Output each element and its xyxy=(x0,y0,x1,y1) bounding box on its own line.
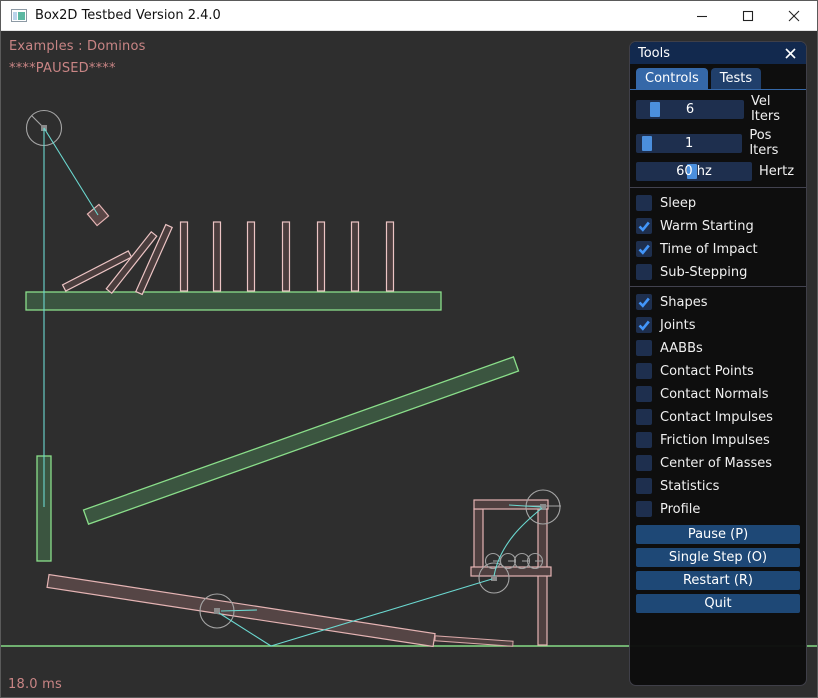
hertz-label: Hertz xyxy=(759,164,794,179)
anchor-squares xyxy=(41,125,546,614)
checkbox-statistics[interactable]: Statistics xyxy=(636,478,800,494)
checkbox-warm-starting[interactable]: Warm Starting xyxy=(636,218,800,234)
checkbox-joints[interactable]: Joints xyxy=(636,317,800,333)
pos-iters-slider[interactable]: 1 xyxy=(636,134,742,153)
checkbox-label: Sleep xyxy=(660,196,696,211)
tab-controls-label: Controls xyxy=(645,71,699,86)
close-icon xyxy=(788,10,800,22)
checkbox-box[interactable] xyxy=(636,218,652,234)
minimize-icon xyxy=(696,10,708,22)
pos-iters-label: Pos Iters xyxy=(749,128,800,158)
hertz-value: 60 hz xyxy=(636,162,752,181)
checkbox-label: Warm Starting xyxy=(660,219,754,234)
check-icon xyxy=(636,241,652,257)
maximize-button[interactable] xyxy=(725,1,771,30)
checkbox-box[interactable] xyxy=(636,478,652,494)
close-button[interactable] xyxy=(771,1,817,30)
checkbox-box[interactable] xyxy=(636,501,652,517)
checkbox-shapes[interactable]: Shapes xyxy=(636,294,800,310)
vel-iters-label: Vel Iters xyxy=(751,94,800,124)
checkbox-box[interactable] xyxy=(636,363,652,379)
checkbox-label: Statistics xyxy=(660,479,719,494)
checkbox-label: Center of Masses xyxy=(660,456,772,471)
checkbox-box[interactable] xyxy=(636,386,652,402)
checkbox-aabbs[interactable]: AABBs xyxy=(636,340,800,356)
example-label: Examples : Dominos xyxy=(9,39,146,54)
checkbox-box[interactable] xyxy=(636,294,652,310)
checkbox-box[interactable] xyxy=(636,340,652,356)
minimize-button[interactable] xyxy=(679,1,725,30)
checkbox-box[interactable] xyxy=(636,195,652,211)
checkbox-label: Friction Impulses xyxy=(660,433,770,448)
checkbox-friction-impulses[interactable]: Friction Impulses xyxy=(636,432,800,448)
app-window: Box2D Testbed Version 2.4.0 xyxy=(0,0,818,698)
checkbox-sub-stepping[interactable]: Sub-Stepping xyxy=(636,264,800,280)
pos-iters-row: 1 Pos Iters xyxy=(636,128,800,158)
checkbox-box[interactable] xyxy=(636,317,652,333)
app-icon xyxy=(11,9,27,22)
checkbox-label: Contact Normals xyxy=(660,387,769,402)
checkbox-contact-points[interactable]: Contact Points xyxy=(636,363,800,379)
checkbox-box[interactable] xyxy=(636,264,652,280)
checkbox-profile[interactable]: Profile xyxy=(636,501,800,517)
checkbox-box[interactable] xyxy=(636,455,652,471)
hertz-row: 60 hz Hertz xyxy=(636,162,800,181)
bridge-strip xyxy=(435,636,513,646)
frame-time-label: 18.0 ms xyxy=(8,677,62,692)
fallen-dominos xyxy=(63,225,173,295)
tools-panel: Tools Controls Tests 6 Vel Iters 1 xyxy=(629,41,807,686)
tab-tests[interactable]: Tests xyxy=(711,68,761,89)
check-icon xyxy=(636,218,652,234)
tools-close-button[interactable] xyxy=(782,45,798,61)
pause-button[interactable]: Pause (P) xyxy=(636,525,800,544)
restart-button[interactable]: Restart (R) xyxy=(636,571,800,590)
vel-iters-row: 6 Vel Iters xyxy=(636,94,800,124)
window-titlebar: Box2D Testbed Version 2.4.0 xyxy=(1,1,817,31)
checkbox-label: Joints xyxy=(660,318,696,333)
separator xyxy=(630,187,806,188)
checkbox-label: Profile xyxy=(660,502,700,517)
hertz-slider[interactable]: 60 hz xyxy=(636,162,752,181)
checkbox-label: AABBs xyxy=(660,341,703,356)
cradle-balls xyxy=(486,554,543,569)
cradle-frame xyxy=(471,500,551,645)
checkbox-sleep[interactable]: Sleep xyxy=(636,195,800,211)
check-icon xyxy=(636,294,652,310)
single-step-button[interactable]: Single Step (O) xyxy=(636,548,800,567)
close-icon xyxy=(785,48,796,59)
separator xyxy=(630,286,806,287)
maximize-icon xyxy=(742,10,754,22)
tilted-green-plank xyxy=(84,357,519,524)
checkbox-center-of-masses[interactable]: Center of Masses xyxy=(636,455,800,471)
window-title: Box2D Testbed Version 2.4.0 xyxy=(35,8,221,23)
tab-tests-label: Tests xyxy=(720,71,752,86)
checkbox-label: Sub-Stepping xyxy=(660,265,747,280)
standing-dominos xyxy=(181,222,394,291)
vel-iters-value: 6 xyxy=(636,100,744,119)
checkbox-contact-normals[interactable]: Contact Normals xyxy=(636,386,800,402)
pos-iters-value: 1 xyxy=(636,134,742,153)
checkbox-label: Contact Impulses xyxy=(660,410,773,425)
check-icon xyxy=(636,317,652,333)
checkbox-label: Shapes xyxy=(660,295,707,310)
checkbox-box[interactable] xyxy=(636,241,652,257)
domino-platform xyxy=(26,292,441,310)
checkbox-box[interactable] xyxy=(636,409,652,425)
checkbox-contact-impulses[interactable]: Contact Impulses xyxy=(636,409,800,425)
checkbox-box[interactable] xyxy=(636,432,652,448)
checkbox-time-of-impact[interactable]: Time of Impact xyxy=(636,241,800,257)
paused-label: ****PAUSED**** xyxy=(9,61,116,76)
tools-panel-titlebar[interactable]: Tools xyxy=(630,42,806,64)
checkbox-label: Time of Impact xyxy=(660,242,758,257)
tabbar: Controls Tests xyxy=(630,64,806,90)
tab-controls[interactable]: Controls xyxy=(636,68,708,89)
simulation-canvas[interactable]: Examples : Dominos ****PAUSED**** 18.0 m… xyxy=(1,31,818,698)
checkbox-label: Contact Points xyxy=(660,364,754,379)
tools-panel-title: Tools xyxy=(638,46,670,61)
vel-iters-slider[interactable]: 6 xyxy=(636,100,744,119)
quit-button[interactable]: Quit xyxy=(636,594,800,613)
